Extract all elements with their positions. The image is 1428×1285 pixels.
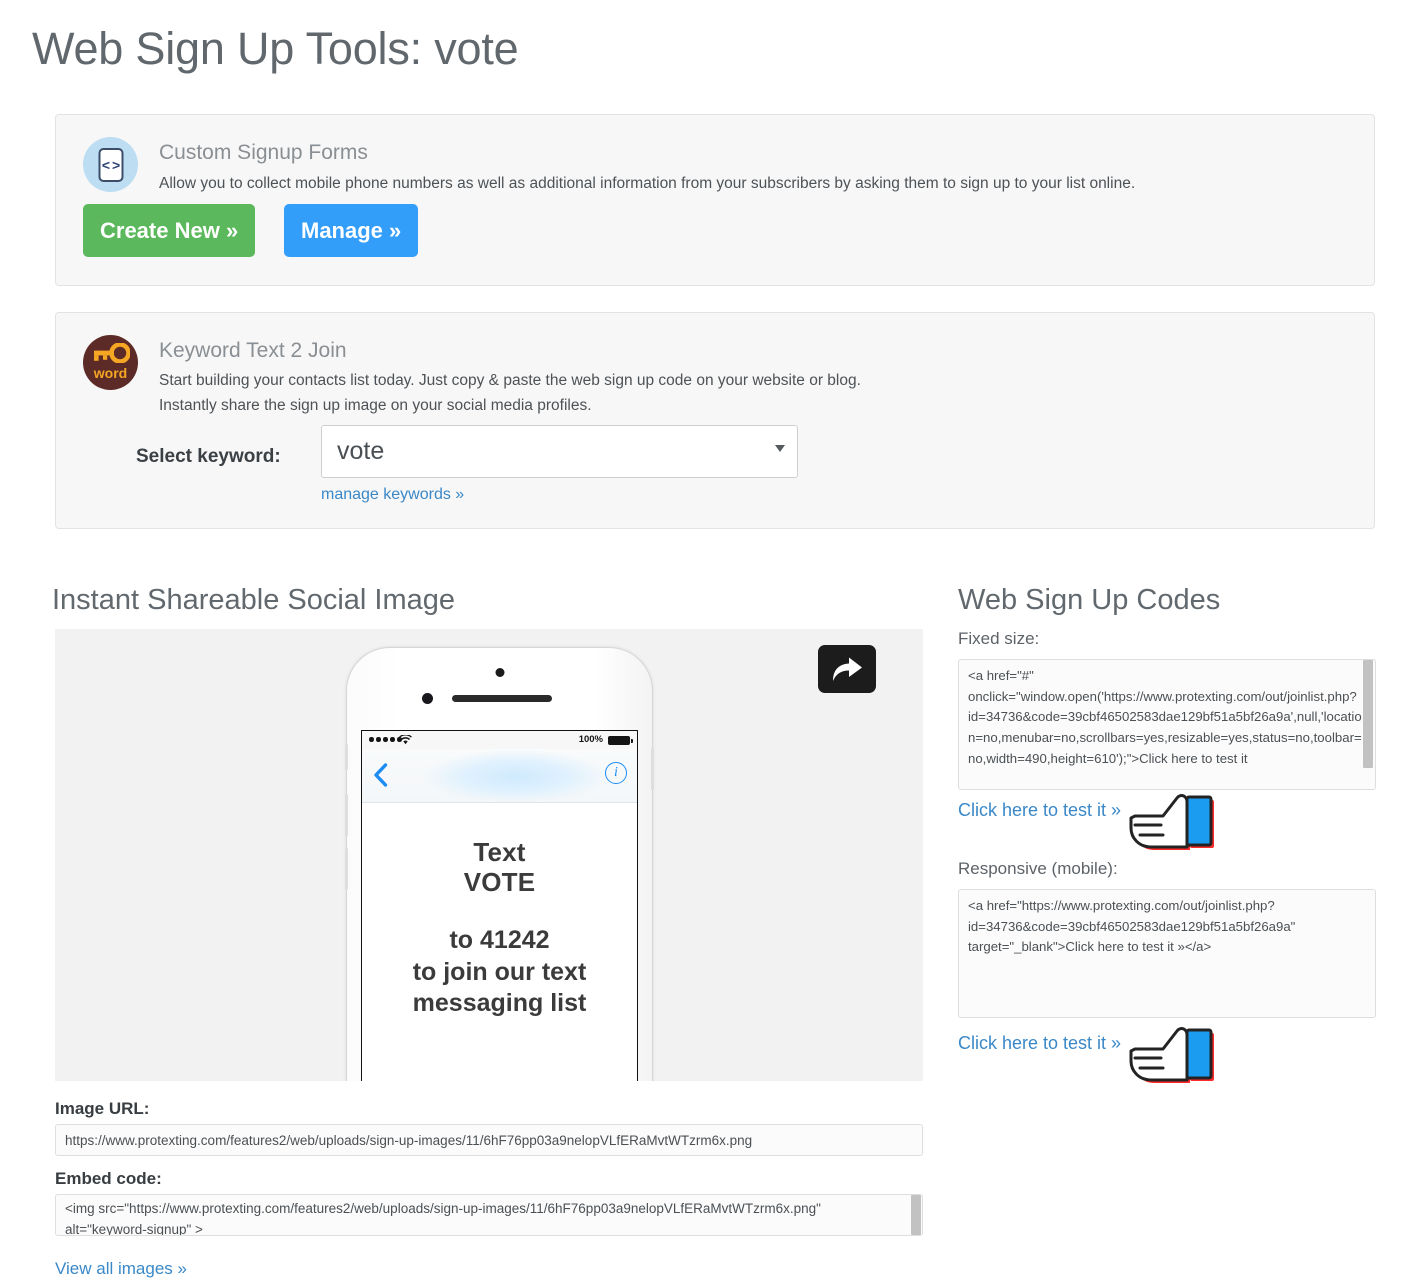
image-url-input[interactable] — [55, 1124, 923, 1156]
view-all-images-link[interactable]: View all images » — [55, 1259, 187, 1279]
web-signup-codes-heading: Web Sign Up Codes — [958, 584, 1221, 616]
phone-status-bar: 100% — [362, 731, 637, 749]
responsive-test-link[interactable]: Click here to test it » — [958, 1033, 1121, 1054]
embed-code-textarea[interactable]: <img src="https://www.protexting.com/fea… — [55, 1194, 923, 1236]
manage-button[interactable]: Manage » — [284, 204, 419, 257]
phone-mute-switch — [345, 744, 348, 770]
keyword-description-line1: Start building your contacts list today.… — [159, 372, 861, 389]
phone-content: Text VOTE to 41242 to join our text mess… — [362, 803, 637, 1019]
info-circle-icon: i — [605, 762, 627, 784]
battery-icon — [608, 736, 633, 745]
battery-percent-label: 100% — [578, 734, 603, 745]
phone-volume-up — [345, 794, 348, 836]
fixed-size-test-link[interactable]: Click here to test it » — [958, 800, 1121, 821]
keyword-description-line2: Instantly share the sign up image on you… — [159, 397, 592, 415]
page-title: Web Sign Up Tools: vote — [32, 23, 519, 74]
phone-speaker — [452, 695, 552, 702]
phone-line-5: messaging list — [412, 989, 587, 1018]
responsive-code-textarea[interactable]: <a href="https://www.protexting.com/out/… — [958, 889, 1376, 1018]
fixed-size-label: Fixed size: — [958, 629, 1040, 648]
phone-mockup: 100% i Text VOTE to 41242 to join our te… — [345, 647, 654, 1081]
phone-sensor — [422, 693, 433, 704]
phone-volume-down — [345, 848, 348, 890]
pointing-hand-icon — [1129, 1026, 1214, 1083]
code-document-icon: < > — [83, 137, 138, 192]
phone-camera — [495, 668, 504, 677]
social-image-heading: Instant Shareable Social Image — [52, 584, 456, 616]
keyword-select[interactable]: vote — [321, 425, 798, 478]
keyword-heading: Keyword Text 2 Join — [159, 339, 347, 362]
select-keyword-label: Select keyword: — [136, 446, 281, 467]
phone-line-4: to join our text — [412, 957, 587, 986]
phone-screen: 100% i Text VOTE to 41242 to join our te… — [361, 730, 638, 1081]
phone-line-2: VOTE — [463, 867, 536, 898]
embed-code-scrollbar[interactable] — [911, 1195, 921, 1235]
chevron-down-icon — [775, 445, 785, 452]
phone-line-1: Text — [473, 837, 526, 867]
signal-strength-icon — [369, 737, 402, 742]
wifi-icon — [399, 735, 412, 745]
share-arrow-icon[interactable] — [818, 645, 876, 693]
signup-forms-heading: Custom Signup Forms — [159, 141, 368, 164]
keyword-key-icon: word — [83, 335, 138, 390]
responsive-label: Responsive (mobile): — [958, 859, 1118, 878]
signup-forms-description: Allow you to collect mobile phone number… — [159, 175, 1136, 192]
keyword-select-value: vote — [337, 437, 385, 465]
keyword-text2join-panel: word Keyword Text 2 Join Start building … — [55, 312, 1375, 529]
phone-power-button — [651, 748, 654, 790]
phone-navigation-bar: i — [362, 749, 637, 803]
chevron-left-icon — [374, 763, 388, 787]
image-url-label: Image URL: — [55, 1099, 150, 1118]
social-image-preview: 100% i Text VOTE to 41242 to join our te… — [55, 629, 923, 1081]
embed-code-label: Embed code: — [55, 1169, 162, 1188]
phone-line-3: to 41242 — [449, 926, 550, 955]
keyword-description: Start building your contacts list today.… — [159, 368, 861, 418]
manage-keywords-link[interactable]: manage keywords » — [321, 486, 464, 504]
fixed-size-code-textarea[interactable]: <a href="#" onclick="window.open('https:… — [958, 659, 1376, 790]
custom-signup-forms-panel: < > Custom Signup Forms Allow you to col… — [55, 114, 1375, 286]
create-new-button[interactable]: Create New » — [83, 204, 256, 257]
fixed-size-code-scrollbar[interactable] — [1363, 660, 1373, 768]
keyword-icon-label: word — [93, 365, 128, 381]
pointing-hand-icon — [1129, 793, 1214, 850]
